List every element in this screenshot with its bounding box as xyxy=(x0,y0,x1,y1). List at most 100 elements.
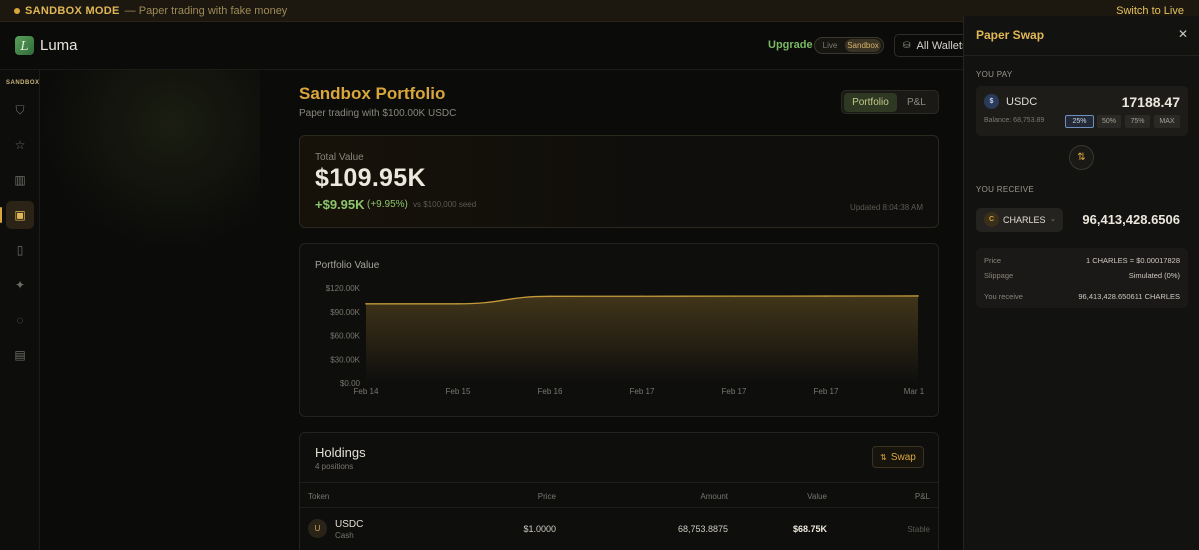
price-value: 1 CHARLES = $0.00017828 xyxy=(1085,256,1180,265)
close-icon[interactable]: ✕ xyxy=(1178,27,1188,41)
row-token-type: Cash xyxy=(335,531,354,540)
data-point xyxy=(825,295,827,297)
data-point xyxy=(549,295,551,298)
col-pnl[interactable]: P&L xyxy=(915,492,930,501)
sparkle-icon: ✦ xyxy=(14,278,26,292)
panel-title: Paper Swap xyxy=(976,28,1045,42)
receive-box: C CHARLES ⌄ 96,413,428.6506 xyxy=(976,203,1188,237)
tab-portfolio[interactable]: Portfolio xyxy=(844,92,897,112)
data-point xyxy=(733,295,735,297)
x-tick-label: Feb 16 xyxy=(538,387,563,396)
holdings-count: 4 positions xyxy=(315,462,354,471)
toggle-live[interactable]: Live xyxy=(815,41,845,50)
slippage-value: Simulated (0%) xyxy=(1128,271,1180,280)
you-receive-label: YOU RECEIVE xyxy=(976,185,1034,194)
lightbulb-icon: ◌ xyxy=(16,313,24,327)
page-subtitle: Paper trading with $100.00K USDC xyxy=(299,108,457,119)
col-price[interactable]: Price xyxy=(538,492,556,501)
sandbox-description: — Paper trading with fake money xyxy=(124,4,288,17)
portfolio-value-chart: $120.00K$90.00K$60.00K$30.00K$0.00Feb 14… xyxy=(326,284,925,396)
chevron-down-icon: ⌄ xyxy=(1050,216,1056,223)
flip-direction-icon[interactable]: ⇅ xyxy=(1069,145,1094,170)
charles-coin-icon: C xyxy=(984,212,999,227)
view-tabs: Portfolio P&L xyxy=(841,90,939,114)
preset-50-button[interactable]: 50% xyxy=(1097,115,1121,128)
pay-input-box: $ USDC 17188.47 Balance: 68,753.89 25% 5… xyxy=(976,86,1188,136)
sidebar-item-document[interactable]: ▤ xyxy=(6,341,34,369)
swap-details: Price 1 CHARLES = $0.00017828 Slippage S… xyxy=(976,248,1188,308)
gain-percent: (+9.95%) xyxy=(367,199,408,210)
col-value[interactable]: Value xyxy=(807,492,827,501)
series-area xyxy=(366,295,918,383)
receive-token: CHARLES xyxy=(1003,215,1046,225)
token-avatar: U xyxy=(308,519,327,538)
sidebar-item-shield[interactable]: ⛉ xyxy=(6,96,34,124)
x-tick-label: Feb 15 xyxy=(446,387,471,396)
luma-logo-icon[interactable]: L xyxy=(15,36,34,55)
preset-75-button[interactable]: 75% xyxy=(1125,115,1150,128)
updated-timestamp: Updated 8:04:38 AM xyxy=(850,203,923,212)
row-amount: 68,753.8875 xyxy=(677,524,728,534)
total-value-amount: $109.95K xyxy=(315,164,426,192)
document-icon: ▤ xyxy=(14,348,26,362)
data-point xyxy=(641,295,643,298)
col-token[interactable]: Token xyxy=(308,492,329,501)
preset-25-button[interactable]: 25% xyxy=(1065,115,1094,128)
wallet-stack-icon: ⛁ xyxy=(903,40,911,50)
wallets-label: All Wallets xyxy=(916,39,968,52)
toggle-sandbox[interactable]: Sandbox xyxy=(845,39,881,52)
top-header: L Luma Upgrade Live Sandbox ⛁ All Wallet… xyxy=(0,22,974,70)
data-point xyxy=(917,295,919,297)
data-point xyxy=(365,303,367,305)
swap-button-label: Swap xyxy=(890,451,916,463)
data-point xyxy=(457,303,459,305)
sidebar-item-bar-chart[interactable]: ▥ xyxy=(6,166,34,194)
row-pnl: Stable xyxy=(907,525,930,534)
holdings-title: Holdings xyxy=(315,445,366,460)
col-amount[interactable]: Amount xyxy=(700,492,728,501)
sandbox-mode-label: SANDBOX MODE xyxy=(25,4,120,17)
app-name[interactable]: Luma xyxy=(40,37,78,54)
panel-header: Paper Swap ✕ xyxy=(964,16,1199,56)
star-icon: ☆ xyxy=(14,138,26,152)
gain-amount: +$9.95K xyxy=(315,197,365,212)
usdc-coin-icon: $ xyxy=(984,94,999,109)
holdings-card: Holdings 4 positions ⇅ Swap Token Price … xyxy=(299,432,939,550)
x-tick-label: Feb 14 xyxy=(354,387,379,396)
price-label: Price xyxy=(984,256,1002,265)
sidebar-item-book[interactable]: ▯ xyxy=(6,236,34,264)
receive-amount: 96,413,428.6506 xyxy=(1082,212,1180,227)
upgrade-button[interactable]: Upgrade xyxy=(768,39,813,51)
y-tick-label: $60.00K xyxy=(330,332,360,341)
portfolio-chart-card: Portfolio Value $120.00K $90.00K $60.00K $3… xyxy=(299,243,939,417)
you-pay-label: YOU PAY xyxy=(976,70,1013,79)
tab-pnl[interactable]: P&L xyxy=(897,93,936,112)
sidebar: SANDBOX ⛉ ☆ ▥ ▣ ▯ ✦ ◌ ▤ xyxy=(0,70,40,550)
wallets-selector[interactable]: ⛁ All Wallets xyxy=(894,34,974,57)
book-icon: ▯ xyxy=(16,243,24,257)
sidebar-item-wallet[interactable]: ▣ xyxy=(0,201,34,229)
preset-max-button[interactable]: MAX xyxy=(1154,115,1180,128)
shield-icon: ⛉ xyxy=(15,102,25,117)
pay-token[interactable]: USDC xyxy=(1006,96,1037,108)
sidebar-item-star[interactable]: ☆ xyxy=(6,131,34,159)
y-tick-label: $90.00K xyxy=(330,308,360,317)
receive-token-selector[interactable]: C CHARLES ⌄ xyxy=(976,208,1063,232)
page-title: Sandbox Portfolio xyxy=(299,84,446,103)
live-sandbox-toggle[interactable]: Live Sandbox xyxy=(814,37,884,54)
table-row[interactable]: U USDC Cash $1.0000 68,753.8875 $68.75K … xyxy=(300,508,938,548)
row-price: $1.0000 xyxy=(523,524,556,534)
x-tick-label: Feb 17 xyxy=(630,387,655,396)
paper-swap-panel: Paper Swap ✕ YOU PAY $ USDC 17188.47 Bal… xyxy=(963,16,1199,550)
ambient-glow xyxy=(40,70,260,250)
holdings-swap-button[interactable]: ⇅ Swap xyxy=(872,446,924,468)
switch-to-live-link[interactable]: Switch to Live xyxy=(1116,5,1184,17)
pay-balance: Balance: 68,753.89 xyxy=(984,117,1045,124)
pay-amount-input[interactable]: 17188.47 xyxy=(1122,94,1180,110)
sidebar-tag: SANDBOX xyxy=(6,80,40,86)
sidebar-item-sparkle[interactable]: ✦ xyxy=(6,271,34,299)
status-dot-icon xyxy=(14,7,20,14)
row-value: $68.75K xyxy=(792,524,827,534)
sidebar-item-lightbulb[interactable]: ◌ xyxy=(6,306,34,334)
holdings-table-header: Token Price Amount Value P&L xyxy=(300,482,938,508)
